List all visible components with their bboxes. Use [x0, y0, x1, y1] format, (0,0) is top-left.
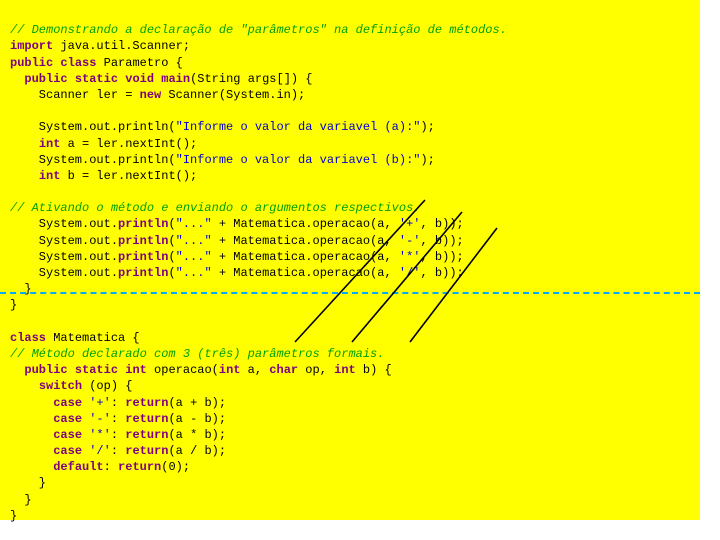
kw-int: int [39, 169, 61, 183]
string: "Informe o valor da variavel (a):" [176, 120, 421, 134]
txt: , b)); [421, 217, 464, 231]
txt: Parametro { [96, 56, 182, 70]
brace: } [10, 298, 17, 312]
txt: System.out. [10, 234, 118, 248]
kw-import: import [10, 39, 53, 53]
txt: a = ler.nextInt(); [60, 137, 197, 151]
txt: ); [420, 153, 434, 167]
kw-int: int [334, 363, 356, 377]
comment-method: // Método declarado com 3 (três) parâmet… [10, 347, 384, 361]
txt: Matematica { [46, 331, 140, 345]
brace: } [10, 282, 32, 296]
kw-new: new [140, 88, 162, 102]
txt: ( [168, 266, 175, 280]
string: "..." [176, 217, 212, 231]
txt: (a / b); [168, 444, 226, 458]
txt: java.util.Scanner; [53, 39, 190, 53]
kw-println: println [118, 266, 168, 280]
txt: (op) { [82, 379, 132, 393]
kw-static: static [75, 363, 118, 377]
txt: Scanner ler = [10, 88, 140, 102]
divider-line [0, 292, 700, 294]
txt: ( [168, 217, 175, 231]
txt: a, [240, 363, 269, 377]
kw-public: public [24, 72, 67, 86]
kw-class: class [10, 331, 46, 345]
kw-println: println [118, 250, 168, 264]
string: '-' [89, 412, 111, 426]
txt: ( [168, 234, 175, 248]
txt: Scanner(System.in); [161, 88, 305, 102]
txt: , b)); [421, 250, 464, 264]
string: '/' [89, 444, 111, 458]
kw-char: char [269, 363, 298, 377]
txt: ( [168, 250, 175, 264]
txt: + Matematica.operacao(a, [212, 217, 399, 231]
comment-header: // Demonstrando a declaração de "parâmet… [10, 23, 507, 37]
txt: ); [420, 120, 434, 134]
kw-return: return [125, 444, 168, 458]
kw-int: int [39, 137, 61, 151]
txt: + Matematica.operacao(a, [212, 266, 399, 280]
string: '+' [399, 217, 421, 231]
string: '+' [89, 396, 111, 410]
kw-case: case [53, 444, 82, 458]
code-block: // Demonstrando a declaração de "parâmet… [0, 0, 700, 520]
kw-case: case [53, 412, 82, 426]
brace: } [10, 476, 46, 490]
brace: } [10, 493, 32, 507]
kw-main: main [161, 72, 190, 86]
txt: op, [298, 363, 334, 377]
string: '/' [399, 266, 421, 280]
kw-void: void [125, 72, 154, 86]
txt: , b)); [421, 234, 464, 248]
kw-int: int [125, 363, 147, 377]
kw-class: class [60, 56, 96, 70]
string: '*' [89, 428, 111, 442]
string: '-' [399, 234, 421, 248]
string: '*' [399, 250, 421, 264]
txt: System.out. [10, 266, 118, 280]
kw-case: case [53, 428, 82, 442]
kw-println: println [118, 234, 168, 248]
txt: + Matematica.operacao(a, [212, 250, 399, 264]
string: "..." [176, 234, 212, 248]
txt: + Matematica.operacao(a, [212, 234, 399, 248]
string: "..." [176, 266, 212, 280]
kw-return: return [125, 396, 168, 410]
txt: (0); [161, 460, 190, 474]
kw-int: int [219, 363, 241, 377]
txt: (a - b); [168, 412, 226, 426]
kw-static: static [75, 72, 118, 86]
kw-public: public [24, 363, 67, 377]
kw-case: case [53, 396, 82, 410]
comment-activate: // Ativando o método e enviando o argume… [10, 201, 420, 215]
brace: } [10, 509, 17, 523]
txt: , b)); [421, 266, 464, 280]
string: "Informe o valor da variavel (b):" [176, 153, 421, 167]
txt: System.out.println( [10, 120, 176, 134]
txt: System.out. [10, 217, 118, 231]
txt: (a * b); [168, 428, 226, 442]
kw-public: public [10, 56, 53, 70]
txt: b = ler.nextInt(); [60, 169, 197, 183]
kw-return: return [125, 412, 168, 426]
kw-return: return [125, 428, 168, 442]
txt: operacao( [147, 363, 219, 377]
string: "..." [176, 250, 212, 264]
txt: (String args[]) { [190, 72, 312, 86]
kw-switch: switch [39, 379, 82, 393]
txt: b) { [356, 363, 392, 377]
txt: (a + b); [168, 396, 226, 410]
txt: System.out.println( [10, 153, 176, 167]
txt: System.out. [10, 250, 118, 264]
kw-println: println [118, 217, 168, 231]
kw-return: return [118, 460, 161, 474]
kw-default: default [53, 460, 103, 474]
